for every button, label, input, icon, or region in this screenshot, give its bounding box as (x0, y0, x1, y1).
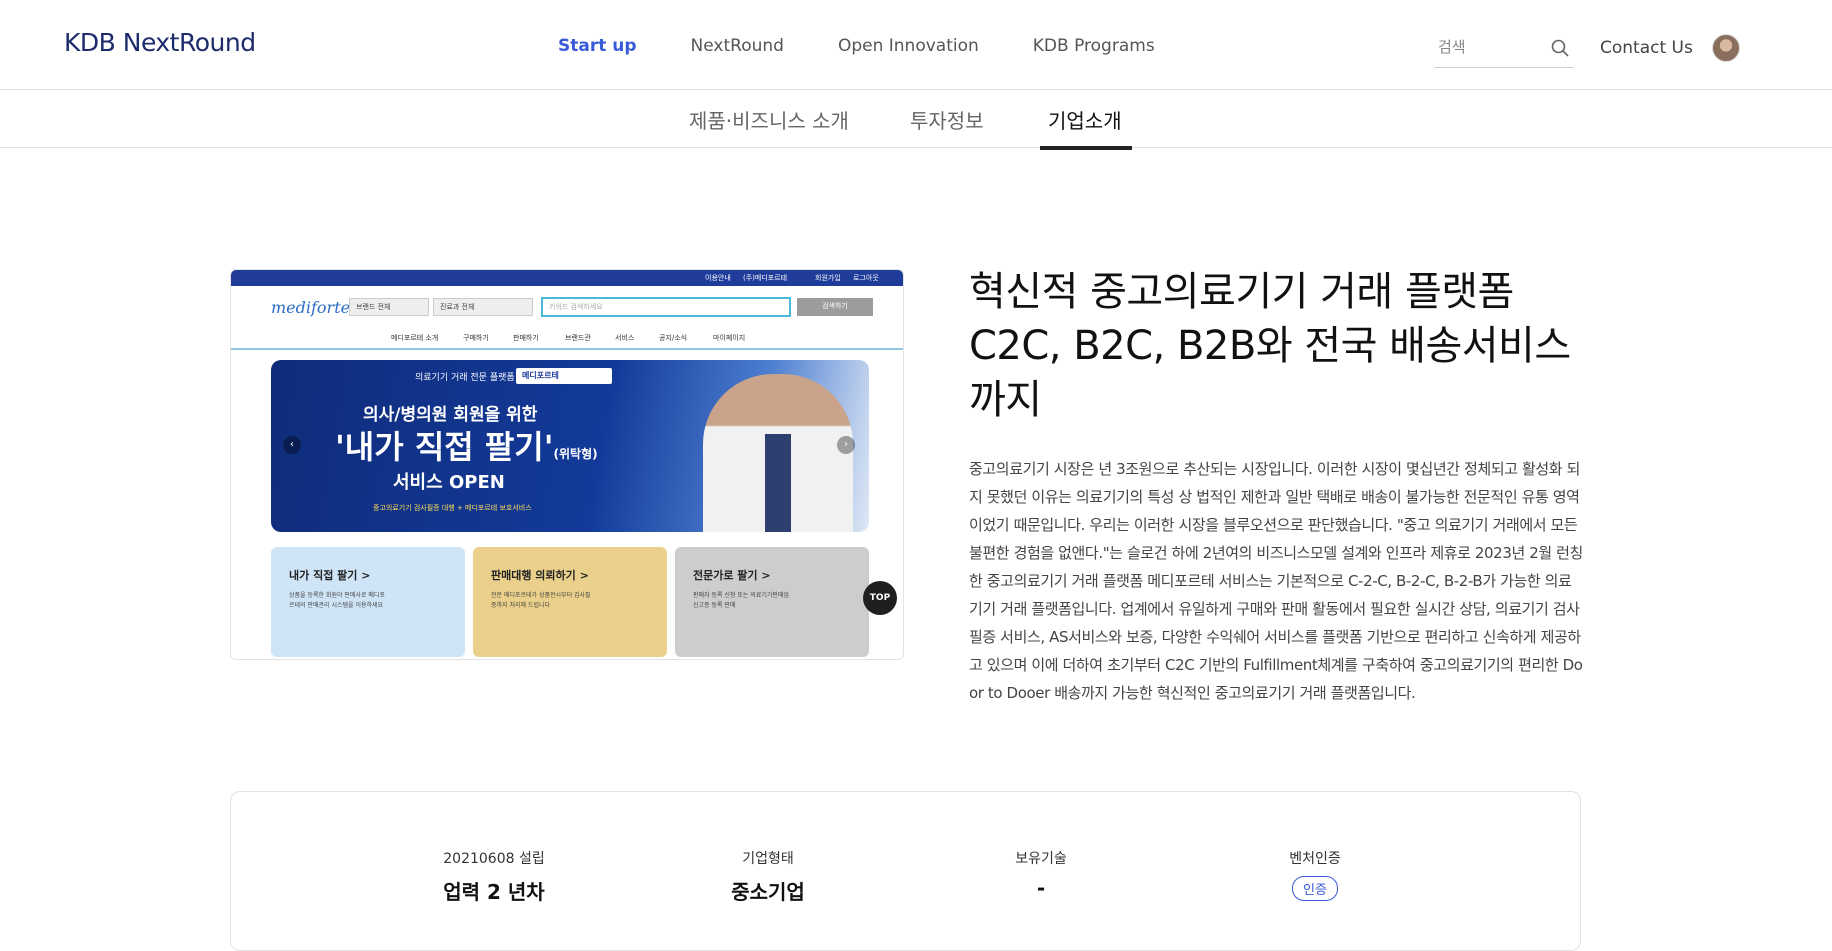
search-box (1434, 30, 1574, 68)
preview-topbar-link: 이용안내 (705, 274, 731, 282)
main-nav: Start up NextRound Open Innovation KDB P… (558, 36, 1209, 56)
tab-product-business[interactable]: 제품·비즈니스 소개 (689, 105, 849, 146)
nav-kdb-programs[interactable]: KDB Programs (1033, 36, 1155, 56)
info-founded-label: 20210608 설립 (443, 851, 545, 867)
user-avatar[interactable] (1712, 34, 1740, 62)
top-header: KDB NextRound Start up NextRound Open In… (0, 0, 1832, 90)
nav-open-innovation[interactable]: Open Innovation (838, 36, 979, 56)
banner-tag: 의료기기 거래 전문 플랫폼 (415, 373, 515, 383)
preview-topbar-link: 로그아웃 (853, 274, 879, 282)
site-logo[interactable]: KDB NextRound (64, 28, 256, 57)
preview-card-self-sell: 내가 직접 팔기 > 상품을 등록한 회원이 판매사로 메디포르테의 판매관리 … (271, 547, 465, 657)
preview-menu-item: 구매하기 (463, 334, 489, 342)
preview-menu: 메디포르테 소개 구매하기 판매하기 브랜드관 서비스 공지/소식 마이페이지 (231, 326, 903, 350)
preview-topbar-link: 회원가입 (815, 274, 841, 282)
preview-select-brand: 브랜드 전체 (349, 298, 429, 316)
tab-investment-info[interactable]: 투자정보 (910, 105, 984, 146)
preview-top-button: TOP (863, 581, 897, 615)
preview-menu-item: 브랜드관 (565, 334, 591, 342)
card-title: 내가 직접 팔기 > (289, 569, 371, 582)
info-tech-value: - (1036, 876, 1046, 900)
card-title: 판매대행 의뢰하기 > (491, 569, 589, 582)
company-headline: 혁신적 중고의료기기 거래 플랫폼 C2C, B2C, B2B와 전국 배송서비… (969, 269, 1571, 423)
preview-menu-item: 공지/소식 (659, 334, 688, 342)
preview-menu-item: 메디포르테 소개 (391, 334, 439, 342)
info-founded: 20210608 설립 업력 2 년차 (404, 848, 584, 905)
nav-nextround[interactable]: NextRound (691, 36, 784, 56)
preview-menu-item: 서비스 (615, 334, 635, 342)
preview-menu-item: 마이페이지 (713, 334, 746, 342)
banner-line2: '내가 직접 팔기'(위탁형) (335, 422, 598, 468)
info-type: 기업형태 중소기업 (678, 848, 858, 905)
banner-line4: 중고의료기기 검사필증 대행 + 메디포르테 보호서비스 (373, 504, 532, 512)
banner-headline: '내가 직접 팔기' (335, 428, 554, 466)
preview-select-dept: 진료과 전체 (433, 298, 533, 316)
card-desc: 전문 메디포르테가 상품전시부터 검사필증까지 처리해 드립니다 (491, 592, 591, 609)
search-icon[interactable] (1550, 38, 1570, 58)
info-venture-label: 벤처인증 (1289, 851, 1341, 867)
info-type-value: 중소기업 (731, 880, 805, 904)
search-input[interactable] (1434, 30, 1544, 64)
preview-card-agency: 판매대행 의뢰하기 > 전문 메디포르테가 상품전시부터 검사필증까지 처리해 … (473, 547, 667, 657)
company-subtabs: 제품·비즈니스 소개 투자정보 기업소개 (0, 91, 1832, 150)
preview-topbar: 이용안내 (주)메디포르테 회원가입 로그아웃 (231, 270, 903, 286)
tab-company-intro[interactable]: 기업소개 (1040, 105, 1132, 150)
info-venture: 벤처인증 인증 (1225, 848, 1405, 901)
info-type-label: 기업형태 (742, 851, 794, 867)
card-desc: 판매자 등록 신청 또는 의료기기판매업신고증 등록 판매 (693, 592, 789, 609)
preview-banner: 의료기기 거래 전문 플랫폼 메디포르테 의사/병의원 회원을 위한 '내가 직… (271, 360, 869, 532)
info-tech-label: 보유기술 (1015, 851, 1067, 867)
card-title: 전문가로 팔기 > (693, 569, 771, 582)
service-screenshot: 이용안내 (주)메디포르테 회원가입 로그아웃 mediforte 브랜드 전체… (230, 269, 904, 660)
doctor-illustration (703, 374, 853, 532)
preview-brand-row: mediforte 브랜드 전체 진료과 전체 키워드 검색하세요 검색하기 (231, 286, 903, 326)
preview-logo: mediforte (271, 298, 351, 317)
nav-startup[interactable]: Start up (558, 36, 637, 56)
preview-card-expert: 전문가로 팔기 > 판매자 등록 신청 또는 의료기기판매업신고증 등록 판매 (675, 547, 869, 657)
preview-topbar-link: (주)메디포르테 (743, 274, 788, 282)
company-info-panel: 20210608 설립 업력 2 년차 기업형태 중소기업 보유기술 - 벤처인… (230, 791, 1581, 951)
info-founded-value: 업력 2 년차 (443, 880, 545, 904)
banner-line3: 서비스 OPEN (393, 472, 505, 493)
preview-prev-arrow-icon: ‹ (283, 436, 301, 454)
venture-certified-badge: 인증 (1292, 876, 1338, 901)
contact-us-link[interactable]: Contact Us (1600, 38, 1693, 58)
preview-search-button: 검색하기 (797, 298, 873, 316)
card-desc: 상품을 등록한 회원이 판매사로 메디포르테의 판매관리 시스템을 이용하세요 (289, 592, 385, 609)
company-description: 중고의료기기 시장은 년 3조원으로 추산되는 시장입니다. 이러한 시장이 몇… (969, 460, 1583, 702)
banner-headline-suffix: (위탁형) (553, 447, 598, 461)
banner-brand-box: 메디포르테 (516, 368, 612, 384)
preview-menu-item: 판매하기 (513, 334, 539, 342)
info-tech: 보유기술 - (951, 848, 1131, 900)
preview-search-field: 키워드 검색하세요 (541, 297, 791, 317)
preview-next-arrow-icon: › (837, 436, 855, 454)
